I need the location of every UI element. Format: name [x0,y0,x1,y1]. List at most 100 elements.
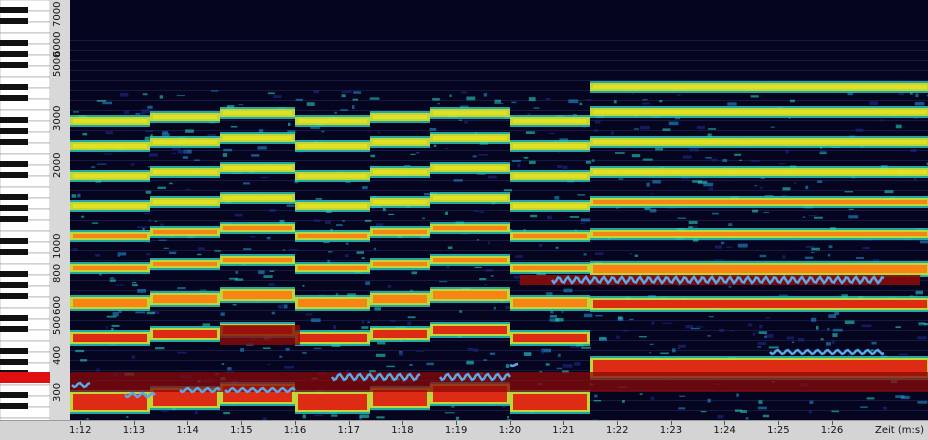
grid-line [70,410,928,411]
spectral-noise [895,395,904,398]
spectral-noise [233,304,237,305]
black-key[interactable] [0,348,28,354]
spectral-noise [798,338,805,342]
black-key[interactable] [0,172,28,178]
spectral-noise [651,397,654,400]
black-key[interactable] [0,249,28,255]
black-key[interactable] [0,51,28,57]
grid-line [70,240,928,241]
harmonic-band [433,326,507,334]
spectral-noise [303,414,306,418]
spectral-noise [490,353,495,355]
black-key[interactable] [0,40,28,46]
spectral-noise [769,346,779,348]
spectral-noise [546,98,551,100]
spectral-noise [557,368,562,369]
spectral-noise [563,364,573,368]
spectral-noise [106,326,108,328]
spectral-noise [916,93,919,97]
spectral-noise [113,312,119,316]
spectral-noise [353,91,361,94]
black-key[interactable] [0,271,28,277]
spectral-noise [486,269,493,272]
spectrogram-image[interactable] [70,0,928,420]
black-key[interactable] [0,95,28,101]
spectral-noise [258,146,267,149]
spectral-noise [103,154,112,155]
black-key[interactable] [0,238,28,244]
spectral-noise [370,155,375,158]
spectral-noise [738,244,748,248]
spectral-noise [595,121,600,124]
spectral-noise [736,393,739,396]
black-key[interactable] [0,194,28,200]
spectral-noise [677,94,681,95]
spectral-noise [331,414,337,416]
spectral-noise [283,249,286,250]
black-key[interactable] [0,293,28,299]
black-key[interactable] [0,326,28,332]
spectral-noise [345,254,349,257]
black-key[interactable] [0,18,28,24]
spectral-noise [616,336,619,339]
spectral-noise [494,307,496,310]
spectral-noise [223,149,232,151]
time-label: 1:13 [123,425,145,436]
freq-label: 2000 [52,153,63,178]
spectral-noise [321,131,324,133]
spectral-noise [734,154,741,156]
black-key[interactable] [0,128,28,134]
spectral-noise [678,348,680,349]
black-key[interactable] [0,62,28,68]
black-key[interactable] [0,216,28,222]
black-key[interactable] [0,205,28,211]
spectral-noise [137,289,146,293]
black-key[interactable] [0,84,28,90]
spectral-noise [220,312,224,315]
black-key[interactable] [0,359,28,365]
harmonic-band [153,330,217,338]
spectral-noise [529,161,536,164]
piano-keys[interactable] [0,0,50,420]
spectral-noise [169,252,176,255]
spectral-noise [570,216,579,218]
harmonic-band [593,85,927,89]
black-key[interactable] [0,117,28,123]
spectral-noise [709,188,714,191]
spectral-noise [445,412,455,413]
harmonic-band [593,200,927,204]
spectral-noise [376,354,385,357]
spectral-noise [650,344,654,345]
spectral-noise [160,224,164,226]
spectral-noise [739,160,742,161]
black-key[interactable] [0,7,28,13]
spectral-noise [640,393,643,395]
black-key[interactable] [0,315,28,321]
harmonic-band [513,394,587,410]
harmonic-band [73,174,147,178]
piano-keyboard[interactable] [0,0,50,420]
pitch-contour [510,364,518,366]
black-key[interactable] [0,161,28,167]
spectral-noise [195,411,198,414]
spectral-noise [77,194,80,198]
spectral-noise [529,97,536,101]
spectral-noise [145,130,153,132]
spectral-noise [164,248,169,249]
spectral-noise [845,191,853,192]
grid-line [70,190,928,191]
spectral-noise [832,341,835,344]
black-key[interactable] [0,392,28,398]
spectral-noise [223,153,227,157]
spectral-noise [652,321,655,324]
spectral-noise [557,165,562,168]
black-key[interactable] [0,139,28,145]
harmonic-band [373,115,427,119]
spectral-noise [149,153,158,156]
harmonic-band [433,136,507,140]
spectrogram-canvas[interactable] [70,0,928,420]
black-key[interactable] [0,403,28,409]
spectral-noise [96,368,99,371]
black-key[interactable] [0,282,28,288]
spectral-noise [562,311,564,313]
